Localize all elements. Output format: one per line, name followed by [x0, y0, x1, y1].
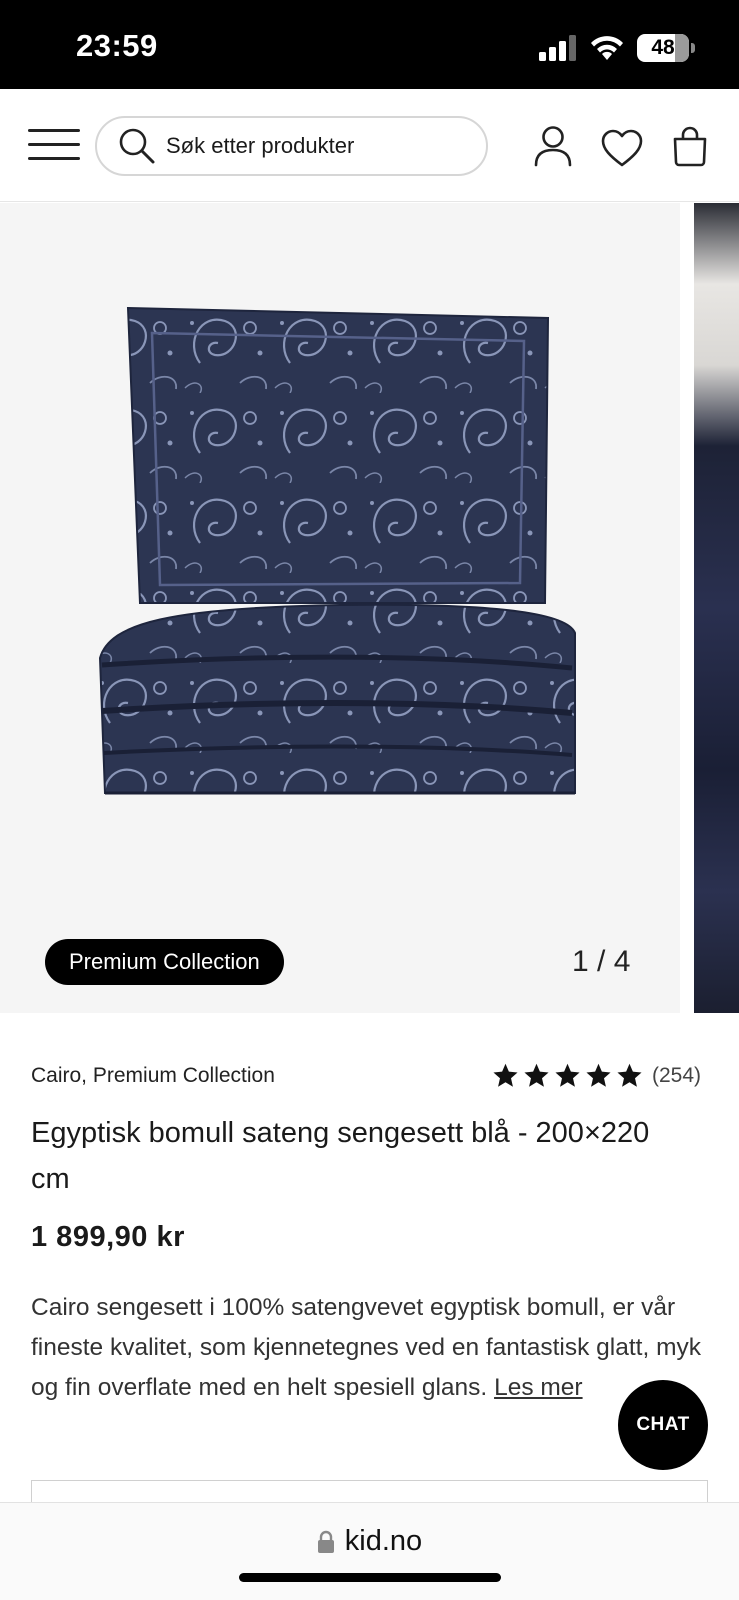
gallery-slide-next-preview[interactable]: [694, 203, 739, 1013]
wifi-icon: [591, 36, 623, 60]
star-icon: [586, 1063, 611, 1087]
product-brand[interactable]: Cairo, Premium Collection: [31, 1064, 275, 1088]
browser-address-bar: kid.no: [0, 1502, 739, 1600]
premium-collection-badge: Premium Collection: [45, 939, 284, 985]
site-header: [0, 89, 739, 202]
product-page: 23:59 48 Søk etter produkter Premium Col…: [0, 0, 739, 1600]
lock-icon: [317, 1530, 334, 1553]
star-icon: [617, 1063, 642, 1087]
search-bar[interactable]: [95, 116, 488, 176]
url-field[interactable]: kid.no: [0, 1525, 739, 1558]
star-icon: [555, 1063, 580, 1087]
cellular-signal-icon: [539, 35, 576, 61]
product-title: Egyptisk bomull sateng sengesett blå - 2…: [31, 1117, 650, 1195]
hamburger-menu-icon[interactable]: [28, 127, 80, 163]
status-time: 23:59: [76, 28, 158, 63]
product-price: 1 899,90 kr: [31, 1221, 185, 1253]
product-rating[interactable]: (254): [492, 1062, 701, 1089]
battery-level: 48: [651, 36, 675, 59]
product-gallery[interactable]: Premium Collection 1 / 4: [0, 203, 739, 1013]
heart-icon[interactable]: [600, 127, 644, 169]
shopping-bag-icon[interactable]: [670, 125, 710, 167]
search-input[interactable]: [166, 133, 456, 159]
review-count: (254): [652, 1063, 702, 1087]
user-icon[interactable]: [533, 125, 573, 167]
rating-stars: [492, 1062, 643, 1089]
status-bar: 23:59 48: [0, 0, 739, 89]
star-icon: [493, 1063, 518, 1087]
description-text: Cairo sengesett i 100% satengvevet egypt…: [31, 1294, 702, 1401]
gallery-slide-current[interactable]: Premium Collection 1 / 4: [0, 203, 680, 1013]
star-icon: [524, 1063, 549, 1087]
url-text: kid.no: [344, 1525, 423, 1557]
home-indicator[interactable]: [239, 1573, 501, 1582]
battery-icon: 48: [637, 34, 695, 62]
product-description: Cairo sengesett i 100% satengvevet egypt…: [31, 1288, 711, 1408]
chat-button[interactable]: CHAT: [618, 1380, 708, 1470]
gallery-counter: 1 / 4: [572, 945, 631, 978]
search-icon: [119, 128, 155, 164]
read-more-link[interactable]: Les mer: [494, 1374, 583, 1401]
product-image: [98, 306, 576, 795]
status-icons: 48: [539, 34, 695, 62]
